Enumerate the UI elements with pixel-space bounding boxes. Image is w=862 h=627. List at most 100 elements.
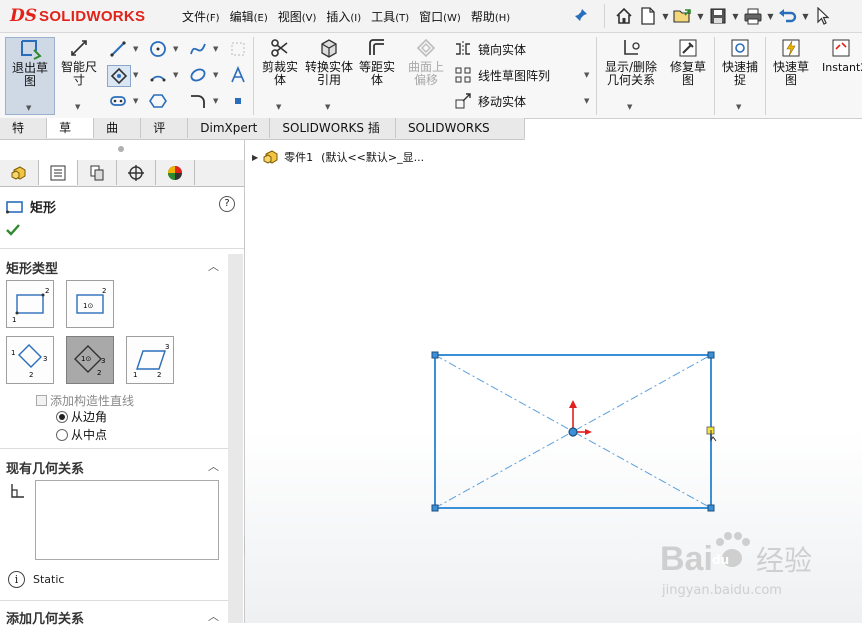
corner-point[interactable] — [707, 351, 715, 359]
menu-insert[interactable]: 插入(I) — [324, 8, 369, 25]
open-dropdown-icon[interactable]: ▼ — [696, 12, 705, 21]
circle-icon[interactable] — [147, 39, 169, 59]
panel-grip-icon[interactable] — [118, 146, 124, 152]
home-icon[interactable] — [613, 5, 635, 27]
ellipse-icon[interactable] — [187, 65, 209, 85]
collapse-chevron-icon[interactable]: ︿ — [208, 458, 219, 474]
exit-sketch-dropdown-icon[interactable]: ▼ — [26, 102, 31, 115]
tab-addins[interactable]: SOLIDWORKS 插件 — [270, 118, 396, 155]
corner-rectangle-button[interactable]: 21 — [6, 280, 54, 328]
menu-file[interactable]: 文件(F) — [180, 8, 228, 25]
circle-dropdown-icon[interactable]: ▼ — [173, 45, 178, 53]
mirror-entities-label[interactable]: 镜向实体 — [478, 41, 526, 58]
from-midpoint-radio[interactable] — [56, 428, 68, 441]
tab-features[interactable]: 特征 — [0, 118, 48, 155]
center-rectangle-button[interactable]: 1⊙ 2 — [66, 280, 114, 328]
convert-entities-button[interactable]: 转换实体引用 ▼ — [305, 37, 353, 113]
arc-icon[interactable] — [147, 65, 169, 85]
print-dropdown-icon[interactable]: ▼ — [766, 12, 775, 21]
trim-dropdown-icon[interactable]: ▼ — [276, 101, 281, 114]
tab-sketch[interactable]: 草图 — [47, 118, 95, 155]
from-midpoint-option[interactable]: 从中点 — [56, 426, 107, 443]
help-icon[interactable]: ? — [219, 196, 235, 212]
open-icon[interactable] — [672, 5, 694, 27]
new-document-icon[interactable] — [637, 5, 659, 27]
offset-entities-button[interactable]: 等距实体 — [355, 37, 399, 113]
convert-dropdown-icon[interactable]: ▼ — [325, 101, 330, 114]
add-relations-header[interactable]: 添加几何关系 — [6, 608, 84, 627]
save-icon[interactable] — [707, 5, 729, 27]
relations-dropdown-icon[interactable]: ▼ — [627, 101, 632, 114]
repair-sketch-button[interactable]: 修复草图 — [666, 37, 710, 113]
point-icon[interactable] — [227, 91, 249, 111]
slot-icon[interactable] — [107, 91, 129, 111]
move-entities-icon[interactable] — [452, 91, 474, 111]
construction-checkbox[interactable] — [36, 395, 47, 406]
add-construction-option[interactable]: 添加构造性直线 — [36, 392, 134, 409]
instant2d-button[interactable]: Instant2D — [818, 37, 862, 113]
slot-dropdown-icon[interactable]: ▼ — [133, 97, 138, 105]
smart-dimension-button[interactable]: 智能尺寸 ▼ — [57, 37, 101, 113]
exit-sketch-button[interactable]: 退出草图 ▼ — [5, 37, 55, 115]
corner-point[interactable] — [431, 504, 439, 512]
existing-relations-header[interactable]: 现有几何关系 — [6, 458, 84, 477]
ellipse-dropdown-icon[interactable]: ▼ — [213, 71, 218, 79]
move-entities-label[interactable]: 移动实体 — [478, 93, 526, 110]
collapse-chevron-icon[interactable]: ︿ — [208, 258, 219, 274]
panel-scrollbar[interactable] — [228, 254, 243, 623]
polygon-icon[interactable] — [147, 91, 169, 111]
from-corner-radio[interactable] — [56, 410, 68, 423]
tab-dimxpert[interactable]: DimXpert — [188, 118, 271, 138]
smart-dimension-dropdown-icon[interactable]: ▼ — [75, 101, 80, 114]
menu-edit[interactable]: 编辑(E) — [228, 8, 276, 25]
move-dropdown-icon[interactable]: ▼ — [584, 97, 589, 105]
undo-icon[interactable] — [777, 5, 799, 27]
pin-icon[interactable] — [574, 8, 588, 22]
tab-evaluate[interactable]: 评估 — [141, 118, 189, 155]
menu-help[interactable]: 帮助(H) — [469, 8, 518, 25]
quick-snaps-button[interactable]: 快速捕捉 ▼ — [718, 37, 762, 113]
parallelogram-button[interactable]: 3 1 2 — [126, 336, 174, 384]
collapse-chevron-icon[interactable]: ︿ — [208, 608, 219, 624]
tab-surfaces[interactable]: 曲面 — [94, 118, 142, 155]
corner-point[interactable] — [707, 504, 715, 512]
display-delete-relations-button[interactable]: 显示/删除几何关系 ▼ — [600, 37, 662, 113]
linear-pattern-dropdown-icon[interactable]: ▼ — [584, 71, 589, 79]
print-icon[interactable] — [742, 5, 764, 27]
spline-dropdown-icon[interactable]: ▼ — [213, 45, 218, 53]
tab-property-manager[interactable] — [39, 160, 78, 185]
select-icon[interactable] — [812, 5, 834, 27]
new-dropdown-icon[interactable]: ▼ — [661, 12, 670, 21]
rect-type-header[interactable]: 矩形类型 — [6, 258, 58, 277]
save-dropdown-icon[interactable]: ▼ — [731, 12, 740, 21]
linear-pattern-label[interactable]: 线性草图阵列 — [478, 67, 550, 84]
quick-snaps-dropdown-icon[interactable]: ▼ — [736, 101, 741, 114]
fillet-icon[interactable] — [187, 91, 209, 111]
arc-dropdown-icon[interactable]: ▼ — [173, 71, 178, 79]
fillet-dropdown-icon[interactable]: ▼ — [213, 97, 218, 105]
corner-point[interactable] — [431, 351, 439, 359]
rapid-sketch-button[interactable]: 快速草图 — [769, 37, 813, 113]
tab-feature-manager[interactable] — [0, 160, 39, 185]
ok-checkmark-icon[interactable] — [5, 222, 21, 241]
tab-display-manager[interactable] — [156, 160, 195, 185]
existing-relations-list[interactable] — [35, 480, 219, 560]
linear-pattern-icon[interactable] — [452, 65, 474, 85]
spline-icon[interactable] — [187, 39, 209, 59]
tab-mbd[interactable]: SOLIDWORKS MBD — [396, 118, 526, 155]
undo-dropdown-icon[interactable]: ▼ — [801, 12, 810, 21]
mirror-entities-icon[interactable] — [452, 39, 474, 59]
rectangle-dropdown-icon[interactable]: ▼ — [133, 71, 138, 79]
menu-view[interactable]: 视图(V) — [276, 8, 325, 25]
text-icon[interactable] — [227, 65, 249, 85]
3-point-corner-rectangle-button[interactable]: 1 3 2 — [6, 336, 54, 384]
offset-on-surface-button[interactable]: 曲面上偏移 — [403, 37, 449, 113]
3-point-center-rectangle-button[interactable]: 1⊙ 3 2 — [66, 336, 114, 384]
trim-button[interactable]: 剪裁实体 ▼ — [257, 37, 303, 113]
line-icon[interactable] — [107, 39, 129, 59]
solidworks-logo[interactable]: DS SOLIDWORKS — [10, 6, 145, 26]
rectangle-icon[interactable] — [107, 65, 131, 87]
menu-tools[interactable]: 工具(T) — [369, 8, 417, 25]
from-corner-option[interactable]: 从边角 — [56, 408, 107, 425]
menu-window[interactable]: 窗口(W) — [417, 8, 469, 25]
